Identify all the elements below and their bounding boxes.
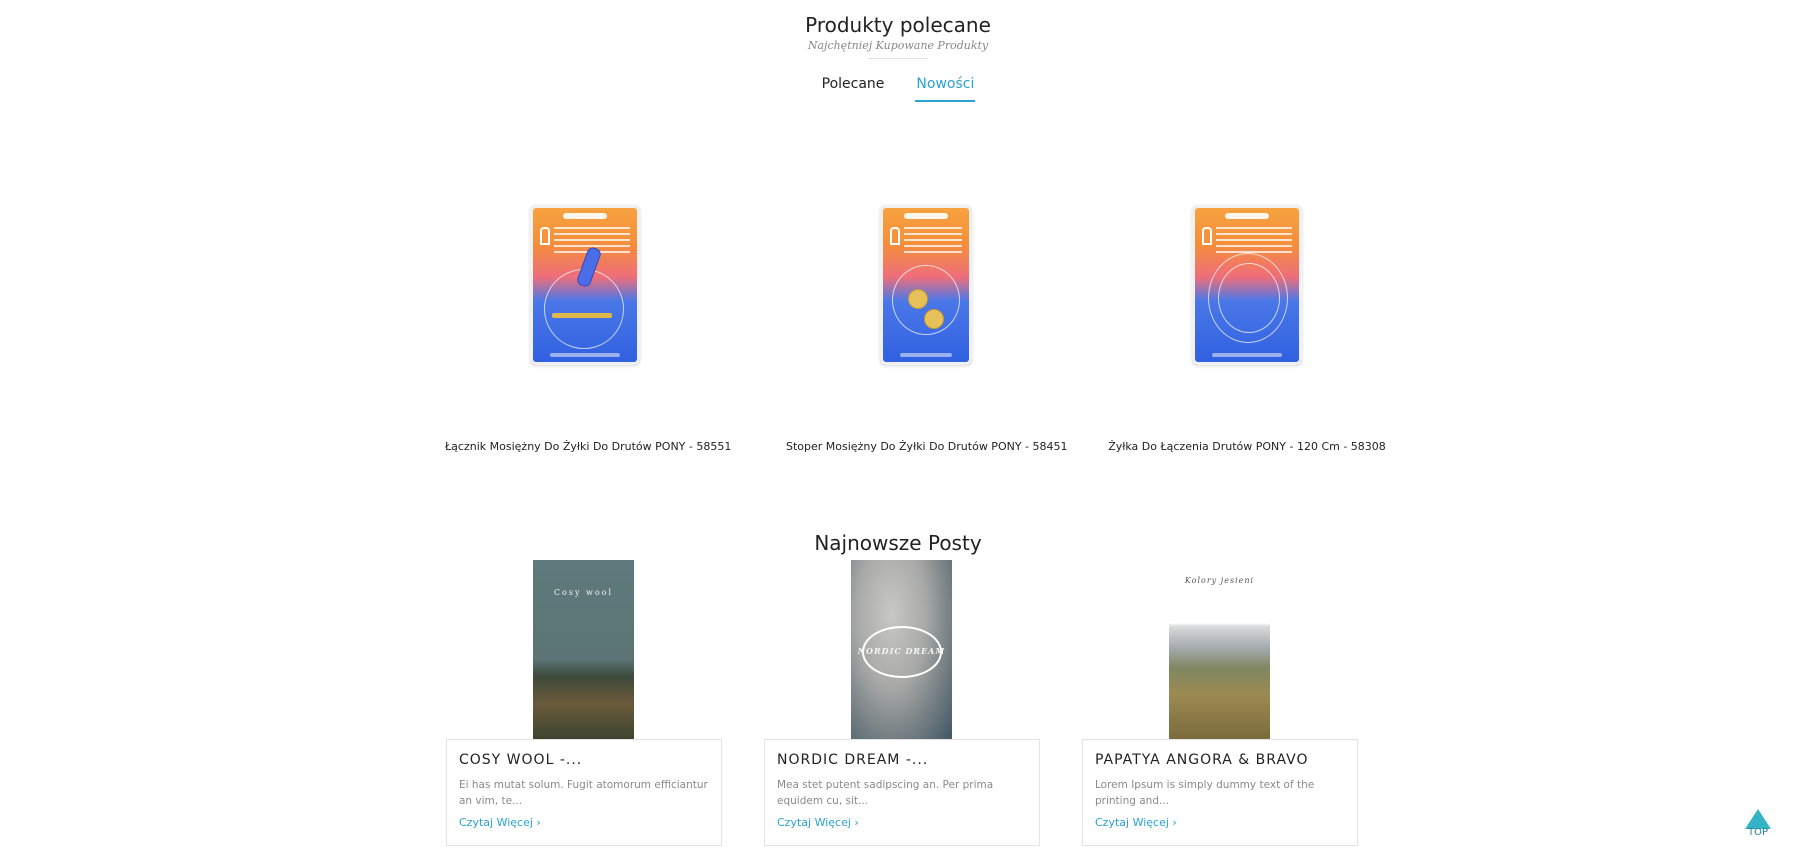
post-body: NORDIC DREAM -... Mea stet putent sadips…: [764, 739, 1040, 846]
read-more-link[interactable]: Czytaj Więcej ›: [777, 816, 859, 829]
arrow-up-icon: [1745, 809, 1771, 829]
latest-posts-title: Najnowsze Posty: [814, 531, 982, 555]
title-divider: [868, 58, 928, 59]
read-more-link[interactable]: Czytaj Więcej ›: [1095, 816, 1177, 829]
back-to-top-button[interactable]: TOP: [1738, 809, 1778, 845]
featured-products-subtitle: Najchętniej Kupowane Produkty: [807, 39, 989, 52]
product-name[interactable]: Stoper Mosiężny Do Żyłki Do Drutów PONY …: [786, 440, 1068, 453]
product-name[interactable]: Żyłka Do Łączenia Drutów PONY - 120 Cm -…: [1107, 440, 1387, 453]
product-card[interactable]: Żyłka Do Łączenia Drutów PONY - 120 Cm -…: [1107, 175, 1387, 465]
product-image[interactable]: [1192, 205, 1302, 365]
post-card: Cosy wool COSY WOOL -... Ei has mutat so…: [446, 560, 722, 848]
post-image-text: Cosy wool: [553, 588, 614, 597]
post-image[interactable]: NORDIC DREAM: [851, 560, 952, 740]
post-excerpt: Ei has mutat solum. Fugit atomorum effic…: [459, 779, 708, 807]
post-image-text: Kolory jesieni: [1184, 576, 1255, 585]
product-tabs: Polecane Nowości: [0, 76, 1796, 102]
product-name[interactable]: Łącznik Mosiężny Do Żyłki Do Drutów PONY…: [445, 440, 731, 453]
post-title[interactable]: COSY WOOL -...: [459, 752, 709, 768]
posts-grid: Cosy wool COSY WOOL -... Ei has mutat so…: [446, 560, 1358, 850]
product-grid: Łącznik Mosiężny Do Żyłki Do Drutów PONY…: [445, 175, 1410, 465]
tab-polecane[interactable]: Polecane: [820, 76, 887, 102]
post-image[interactable]: Cosy wool: [533, 560, 634, 740]
post-image-text: NORDIC DREAM: [857, 646, 946, 656]
product-image[interactable]: [530, 205, 640, 365]
product-card[interactable]: Łącznik Mosiężny Do Żyłki Do Drutów PONY…: [445, 175, 731, 465]
read-more-link[interactable]: Czytaj Więcej ›: [459, 816, 541, 829]
post-body: COSY WOOL -... Ei has mutat solum. Fugit…: [446, 739, 722, 846]
post-excerpt: Lorem Ipsum is simply dummy text of the …: [1095, 779, 1315, 807]
tab-nowosci[interactable]: Nowości: [914, 76, 976, 102]
back-to-top-label: TOP: [1747, 827, 1768, 838]
post-card: Kolory jesieni PAPATYA ANGORA & BRAVO Lo…: [1082, 560, 1358, 848]
product-image[interactable]: [880, 205, 972, 365]
product-card[interactable]: Stoper Mosiężny Do Żyłki Do Drutów PONY …: [786, 175, 1068, 465]
post-body: PAPATYA ANGORA & BRAVO Lorem Ipsum is si…: [1082, 739, 1358, 846]
featured-products-title: Produkty polecane: [805, 13, 991, 37]
post-card: NORDIC DREAM NORDIC DREAM -... Mea stet …: [764, 560, 1040, 848]
post-title[interactable]: NORDIC DREAM -...: [777, 752, 1027, 768]
post-image[interactable]: Kolory jesieni: [1169, 560, 1270, 740]
post-title[interactable]: PAPATYA ANGORA & BRAVO: [1095, 752, 1345, 768]
post-excerpt: Mea stet putent sadipscing an. Per prima…: [777, 779, 994, 807]
